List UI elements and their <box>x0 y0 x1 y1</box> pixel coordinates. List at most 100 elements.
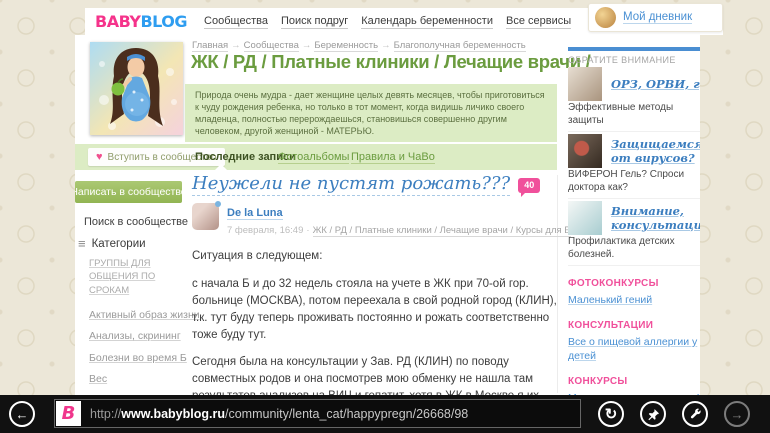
main-panel: Главная → Сообщества → Беременность → Благопол… <box>75 35 700 395</box>
post: Неужели не пустят рожать??? 40 De la Lun… <box>192 173 571 395</box>
menu-item-pregnancy-calendar[interactable]: Календарь беременности <box>361 15 493 29</box>
author-meta-block: De la Luna 7 февраля, 16:49 · ЖК / РД / Пл… <box>227 203 571 237</box>
post-author-row: De la Luna 7 февраля, 16:49 · ЖК / РД / Пл… <box>192 201 571 237</box>
community-tab-band: ♥ Вступить в сообщество Последние записи… <box>75 144 557 170</box>
sidebar-item-groups-by-term[interactable]: ГРУППЫ ДЛЯ ОБЩЕНИЯ ПО СРОКАМ <box>89 257 182 297</box>
list-item: Анализы, скрининг <box>89 326 182 344</box>
promo-thumbnail[interactable] <box>568 201 602 235</box>
community-description: Природа очень мудра - дает женщине целых… <box>195 90 545 136</box>
my-diary-widget[interactable]: Мой дневник <box>588 3 723 32</box>
community-search-label: Поиск в сообществе <box>84 216 189 228</box>
comments-count-badge[interactable]: 40 <box>518 178 541 197</box>
list-item: Болезни во время Б <box>89 348 187 366</box>
logo-part-blog: BLOG <box>140 12 188 31</box>
url-input[interactable]: B http://www.babyblog.ru/community/lenta… <box>54 399 581 428</box>
author-avatar[interactable] <box>192 201 221 230</box>
url-domain: www.babyblog.ru <box>121 406 225 421</box>
community-title: ЖК / РД / Платные клиники / Лечащие врач… <box>191 51 591 72</box>
browser-tools-button[interactable] <box>682 401 708 427</box>
sidebar-section-photocontests: ФОТОКОНКУРСЫ Маленький гений <box>568 278 700 308</box>
post-date: 7 февраля, 16:49 <box>227 225 304 236</box>
meta-separator: · <box>306 225 310 236</box>
categories-toggle[interactable]: ≡ Категории <box>78 237 182 250</box>
post-paragraph: Сегодня была на консультации у Зав. РД (… <box>192 356 539 395</box>
heart-icon: ♥ <box>96 150 103 163</box>
community-description-box: Природа очень мудра - дает женщине целых… <box>185 84 557 142</box>
babyblog-logo[interactable]: BABYBLOG <box>95 12 188 31</box>
browser-forward-button[interactable]: → <box>724 401 750 427</box>
post-title-link[interactable]: Неужели не пустят рожать??? <box>192 173 511 196</box>
sidebar-accent-bar <box>568 47 700 51</box>
breadcrumb-arrow-icon: → <box>381 40 391 51</box>
sidebar-section-contests: КОНКУРСЫ Меняем истории на призы! <box>568 376 700 395</box>
breadcrumb-arrow-icon: → <box>301 40 312 51</box>
community-stats: 9329 участников, 34431 тема <box>195 141 547 143</box>
promo-description: Профилактика детских болезней. <box>568 236 675 260</box>
promo-item-top: Внимание, консультация! <box>568 201 700 235</box>
community-avatar-illustration <box>90 42 183 135</box>
promo-item-top: ОРЗ, ОРВИ, грипп <box>568 67 700 101</box>
promo-item: Внимание, консультация! Профилактика дет… <box>568 201 700 266</box>
promo-thumbnail[interactable] <box>568 67 602 101</box>
post-body: Ситуация в следующем: с начала Б и до 32… <box>192 248 564 395</box>
promo-thumbnail[interactable] <box>568 134 602 168</box>
categories-label: Категории <box>91 237 146 250</box>
url-text: http://www.babyblog.ru/community/lenta_c… <box>90 407 468 421</box>
section-header: КОНСУЛЬТАЦИИ <box>568 320 654 331</box>
tab-photo-albums[interactable]: Фотоальбомы <box>278 151 350 164</box>
promo-item: ОРЗ, ОРВИ, грипп Эффективные методы защи… <box>568 67 700 132</box>
post-meta: 7 февраля, 16:49 · ЖК / РД / Платные клини… <box>227 225 571 237</box>
main-menu: Сообщества Поиск подруг Календарь береме… <box>204 15 572 29</box>
promo-link-flu[interactable]: ОРЗ, ОРВИ, грипп <box>611 77 700 91</box>
post-title-row: Неужели не пустят рожать??? 40 <box>192 173 564 197</box>
menu-item-find-friends[interactable]: Поиск подруг <box>280 15 349 29</box>
post-category-links[interactable]: ЖК / РД / Платные клиники / Лечащие врач… <box>312 225 571 237</box>
right-sidebar: ОБРАТИТЕ ВНИМАНИЕ ОРЗ, ОРВИ, грипп Эффек… <box>568 47 700 395</box>
site-favicon: B <box>56 401 81 426</box>
author-name-link[interactable]: De la Luna <box>227 207 283 220</box>
section-link-little-genius[interactable]: Маленький гений <box>568 294 652 308</box>
sidebar-item-tests-screening[interactable]: Анализы, скрининг <box>89 330 181 342</box>
wrench-icon <box>690 408 701 418</box>
write-to-community-button[interactable]: Написать в сообщество <box>75 181 187 203</box>
promo-item-top: Защищаемся от вирусов? <box>568 134 700 168</box>
active-tab-notch <box>215 164 227 170</box>
menu-item-communities[interactable]: Сообщества <box>204 15 268 29</box>
tab-rules-faq[interactable]: Правила и ЧаВо <box>351 151 435 164</box>
browser-refresh-button[interactable]: ↻ <box>598 401 624 427</box>
category-list: Активный образ жизни Анализы, скрининг Б… <box>89 305 200 395</box>
community-search-link[interactable]: Поиск в сообществе <box>78 216 188 228</box>
browser-back-button[interactable]: ← <box>9 401 35 427</box>
url-protocol: http:// <box>90 406 122 421</box>
promo-description: ВИФЕРОН Гель? Спроси доктора как? <box>568 169 685 193</box>
list-item: Активный образ жизни <box>89 305 200 323</box>
forward-arrow-icon: → <box>730 406 744 422</box>
my-diary-link[interactable]: Мой дневник <box>623 11 693 24</box>
post-paragraph: с начала Б и до 32 недель стояла на учет… <box>192 277 557 341</box>
post-paragraph: Ситуация в следующем: <box>192 250 323 262</box>
url-path: /community/lenta_cat/happypregn/26668/98 <box>225 406 469 421</box>
promo-link-consultation[interactable]: Внимание, консультация! <box>611 204 700 233</box>
sidebar-item-illness[interactable]: Болезни во время Б <box>89 352 187 364</box>
promo-description: Эффективные методы защиты <box>568 102 674 126</box>
list-item: Вес <box>89 369 182 387</box>
breadcrumb-arrow-icon: → <box>231 40 241 51</box>
promo-link-viruses[interactable]: Защищаемся от вирусов? <box>611 137 700 166</box>
section-header: КОНКУРСЫ <box>568 375 628 387</box>
page-background: BABYBLOG Сообщества Поиск подруг Календа… <box>0 0 770 433</box>
breadcrumb: Главная → Сообщества → Беременность → Благопол… <box>192 40 526 52</box>
sidebar-item-weight[interactable]: Вес <box>89 373 107 385</box>
sidebar-item-active-lifestyle[interactable]: Активный образ жизни <box>89 309 200 321</box>
menu-item-all-services[interactable]: Все сервисы <box>506 15 572 29</box>
attention-header: ОБРАТИТЕ ВНИМАНИЕ <box>568 55 676 65</box>
section-link-food-allergy[interactable]: Все о пищевой аллергии у детей <box>568 336 700 363</box>
pin-icon <box>647 408 659 420</box>
left-sidebar: Написать в сообщество Поиск в сообществе… <box>75 181 200 395</box>
section-header: ФОТОКОНКУРСЫ <box>568 278 659 289</box>
hamburger-icon: ≡ <box>78 236 86 251</box>
browser-pin-button[interactable] <box>640 401 666 427</box>
logo-part-baby: BABY <box>95 12 141 31</box>
promo-item: Защищаемся от вирусов? ВИФЕРОН Гель? Спр… <box>568 134 700 199</box>
back-arrow-icon: ← <box>15 406 29 422</box>
user-avatar <box>595 7 616 28</box>
